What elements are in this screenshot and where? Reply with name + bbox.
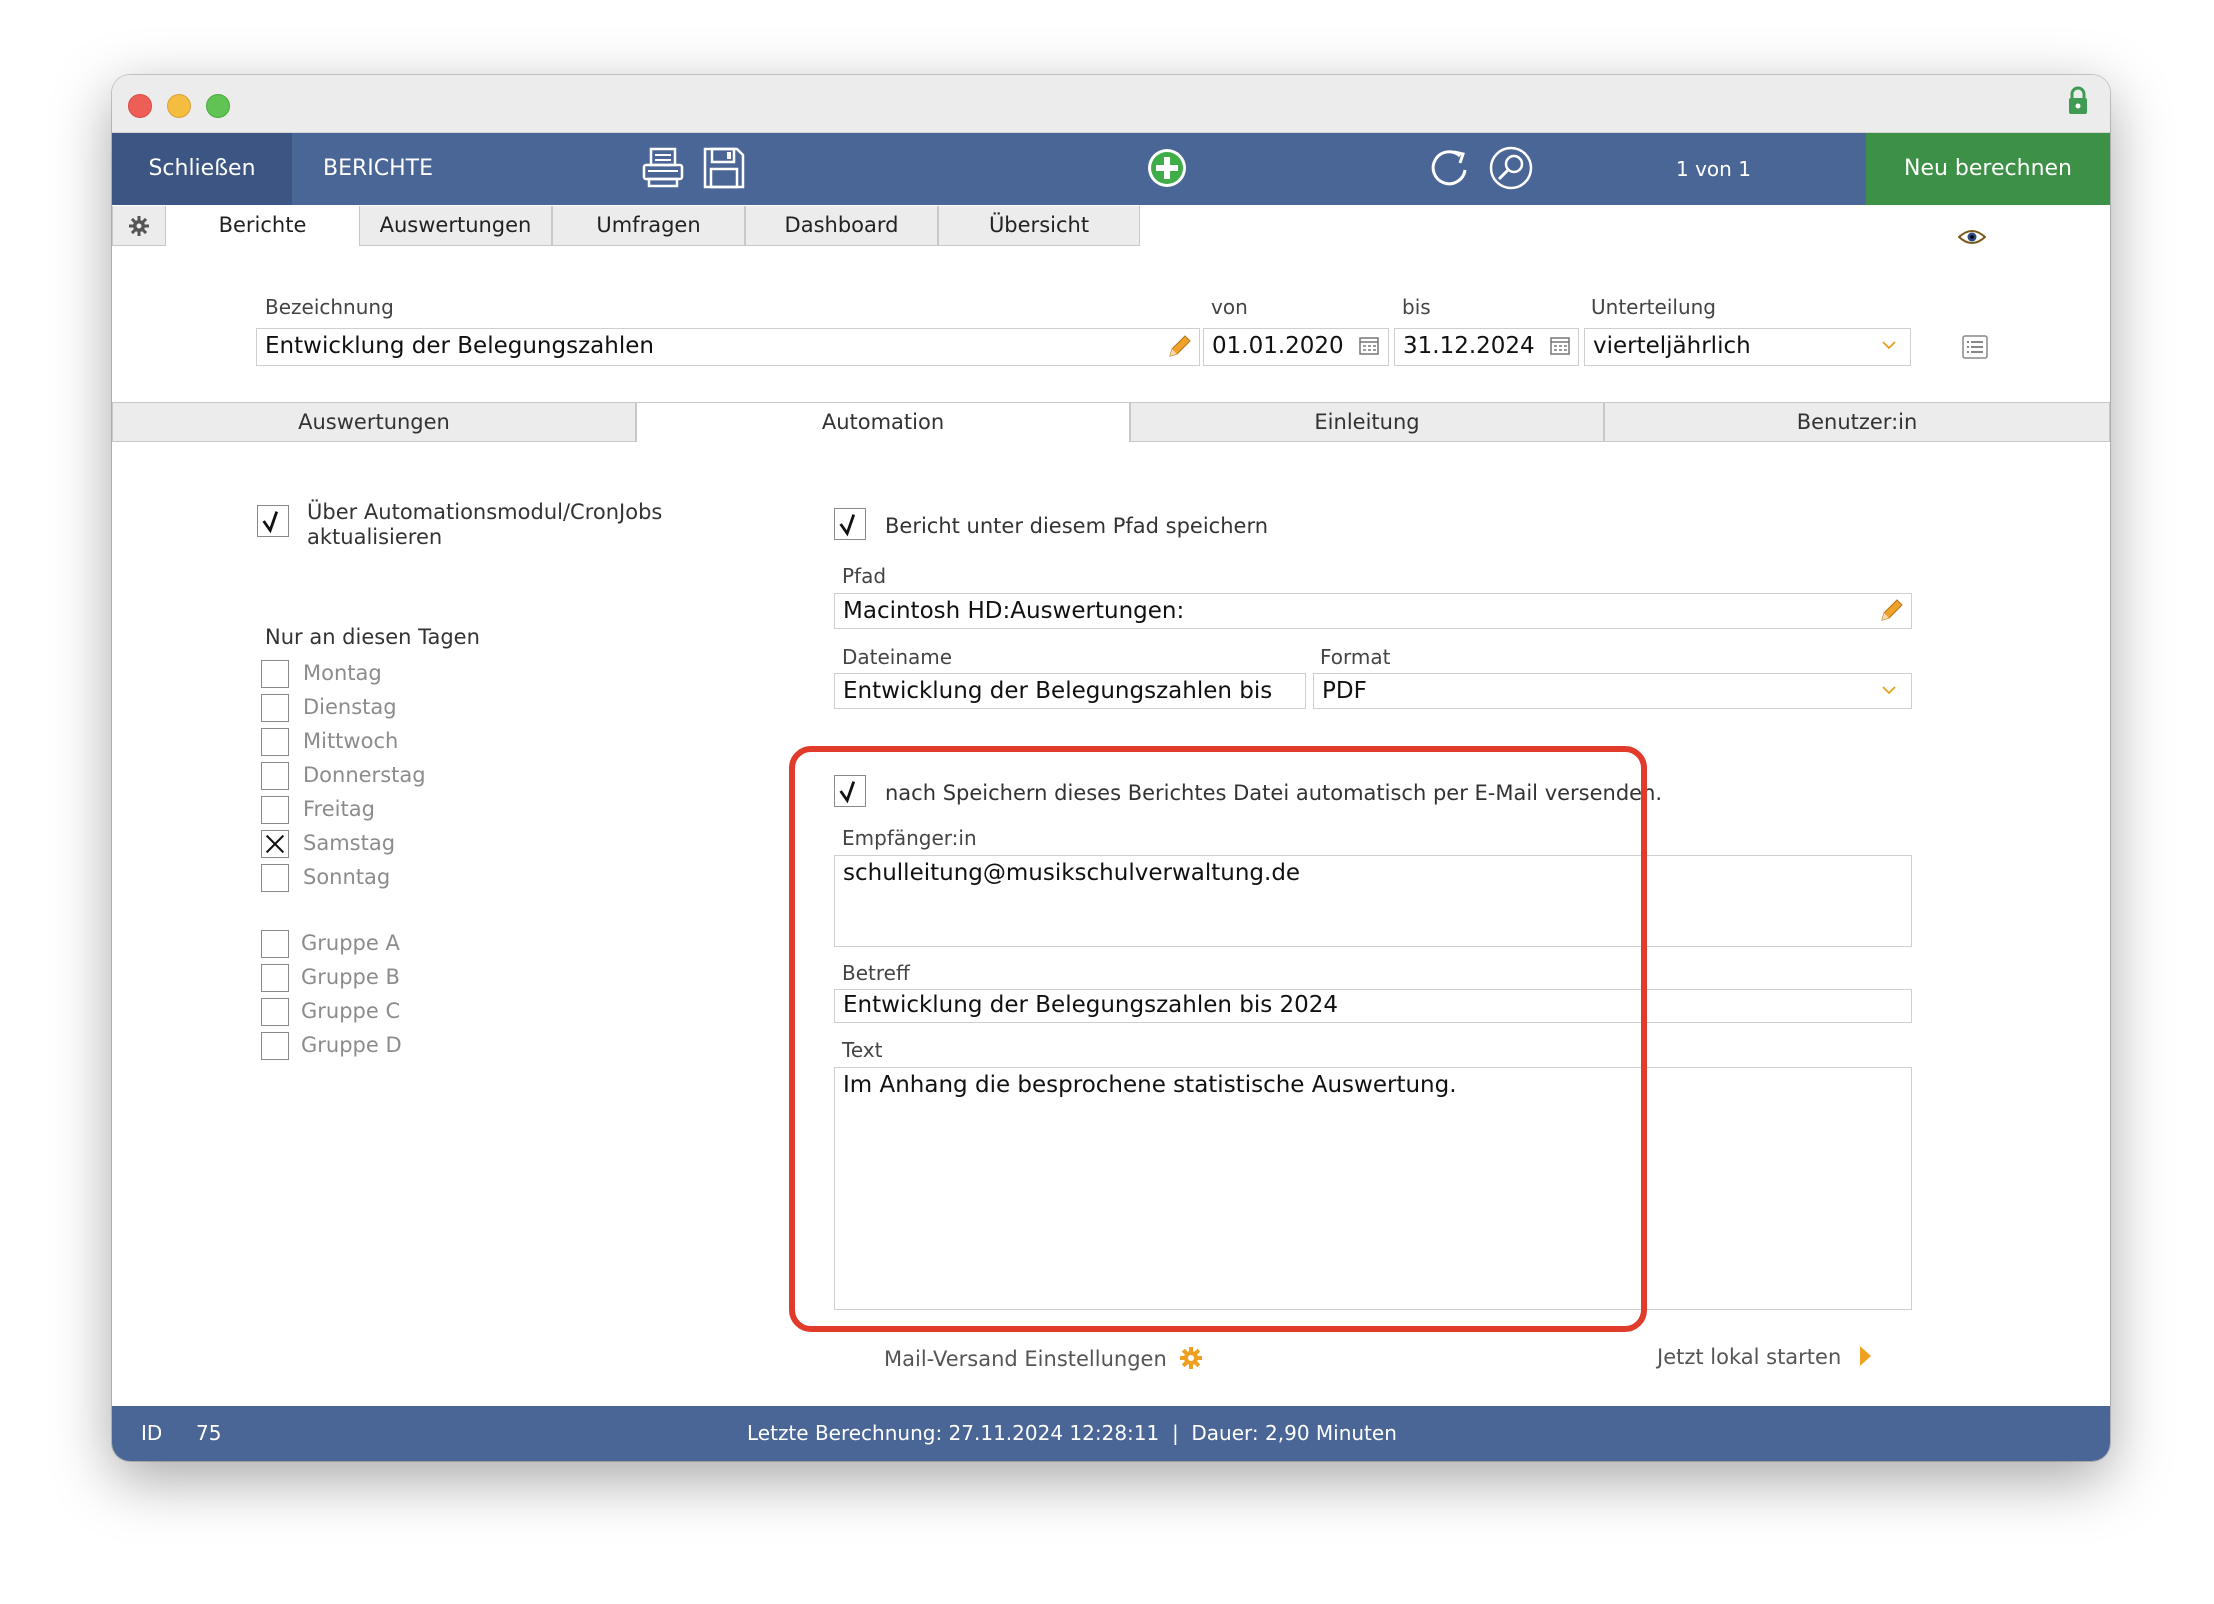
name-field[interactable]: Entwicklung der Belegungszahlen xyxy=(256,328,1200,366)
main-toolbar: Schließen BERICHTE 1 von 1 Neu berechnen xyxy=(112,133,2110,205)
group-checkbox-a[interactable] xyxy=(261,930,289,958)
tab-umfragen[interactable]: Umfragen xyxy=(552,206,745,246)
from-label: von xyxy=(1211,295,1248,319)
group-label-c: Gruppe C xyxy=(301,999,401,1023)
group-checkbox-b[interactable] xyxy=(261,964,289,992)
close-window-button[interactable] xyxy=(128,94,152,118)
status-bar: ID 75 Letzte Berechnung: 27.11.2024 12:2… xyxy=(112,1406,2110,1461)
day-label-sonntag: Sonntag xyxy=(303,865,391,889)
division-label: Unterteilung xyxy=(1591,295,1716,319)
division-select[interactable]: vierteljährlich xyxy=(1584,328,1911,366)
subtab-einleitung[interactable]: Einleitung xyxy=(1130,402,1604,442)
subtab-automation[interactable]: Automation xyxy=(636,402,1130,442)
section-title: BERICHTE xyxy=(323,156,434,181)
gear-icon xyxy=(129,216,149,236)
group-label-d: Gruppe D xyxy=(301,1033,402,1057)
search-icon[interactable] xyxy=(1488,145,1534,191)
day-checkbox-mittwoch[interactable] xyxy=(261,728,289,756)
filename-field[interactable]: Entwicklung der Belegungszahlen bis xyxy=(834,673,1306,709)
day-checkbox-donnerstag[interactable] xyxy=(261,762,289,790)
recipient-field[interactable]: schulleitung@musikschulverwaltung.de xyxy=(834,855,1912,947)
minimize-window-button[interactable] xyxy=(167,94,191,118)
days-heading: Nur an diesen Tagen xyxy=(265,625,480,649)
pencil-icon[interactable] xyxy=(1878,598,1904,624)
email-text-area[interactable]: Im Anhang die besprochene statistische A… xyxy=(834,1067,1912,1310)
subtab-benutzerin[interactable]: Benutzer:in xyxy=(1604,402,2110,442)
day-label-dienstag: Dienstag xyxy=(303,695,397,719)
tab-uebersicht[interactable]: Übersicht xyxy=(938,206,1140,246)
eye-icon[interactable] xyxy=(1958,227,1986,247)
chevron-down-icon[interactable] xyxy=(1882,685,1896,695)
cron-checkbox[interactable] xyxy=(257,505,289,537)
recipient-label: Empfänger:in xyxy=(842,826,977,850)
day-checkbox-samstag[interactable] xyxy=(261,830,289,858)
path-label: Pfad xyxy=(842,564,887,588)
recalculate-button[interactable]: Neu berechnen xyxy=(1866,133,2110,205)
title-bar xyxy=(112,75,2110,133)
day-label-donnerstag: Donnerstag xyxy=(303,763,426,787)
subject-label: Betreff xyxy=(842,961,910,985)
last-calculation-info: Letzte Berechnung: 27.11.2024 12:28:11 |… xyxy=(747,1421,1397,1445)
mail-settings-label: Mail-Versand Einstellungen xyxy=(884,1347,1167,1371)
id-label: ID xyxy=(141,1421,163,1445)
day-checkbox-sonntag[interactable] xyxy=(261,864,289,892)
zoom-window-button[interactable] xyxy=(206,94,230,118)
tab-auswertungen[interactable]: Auswertungen xyxy=(359,206,552,246)
day-checkbox-dienstag[interactable] xyxy=(261,694,289,722)
format-label: Format xyxy=(1320,645,1391,669)
app-window: Schließen BERICHTE 1 von 1 Neu berechnen… xyxy=(112,75,2110,1461)
settings-tab[interactable] xyxy=(112,206,166,246)
checkmark-icon xyxy=(839,781,856,804)
save-icon[interactable] xyxy=(701,145,747,191)
cron-label-line1: Über Automationsmodul/CronJobs xyxy=(307,500,663,524)
filename-label: Dateiname xyxy=(842,645,953,669)
refresh-icon[interactable] xyxy=(1427,145,1473,191)
run-local-link[interactable]: Jetzt lokal starten xyxy=(1657,1342,1872,1369)
group-label-b: Gruppe B xyxy=(301,965,400,989)
text-label: Text xyxy=(842,1038,883,1062)
lock-icon[interactable] xyxy=(2066,85,2090,117)
to-label: bis xyxy=(1402,295,1431,319)
checkmark-icon xyxy=(839,514,856,537)
save-path-checkbox[interactable] xyxy=(834,508,866,540)
name-label: Bezeichnung xyxy=(265,295,394,319)
format-select[interactable]: PDF xyxy=(1313,673,1912,709)
play-arrow-icon xyxy=(1859,1346,1871,1366)
subject-field[interactable]: Entwicklung der Belegungszahlen bis 2024 xyxy=(834,989,1912,1023)
subtab-auswertungen[interactable]: Auswertungen xyxy=(112,402,636,442)
tab-berichte[interactable]: Berichte xyxy=(166,206,359,246)
checkmark-icon xyxy=(262,511,279,534)
cron-label-line2: aktualisieren xyxy=(307,525,443,549)
pencil-icon[interactable] xyxy=(1166,334,1192,360)
day-label-freitag: Freitag xyxy=(303,797,375,821)
id-value: 75 xyxy=(196,1421,222,1445)
chevron-down-icon[interactable] xyxy=(1882,340,1896,350)
close-button[interactable]: Schließen xyxy=(112,133,292,205)
day-checkbox-montag[interactable] xyxy=(261,660,289,688)
list-icon[interactable] xyxy=(1962,334,1988,360)
day-label-samstag: Samstag xyxy=(303,831,396,855)
day-label-mittwoch: Mittwoch xyxy=(303,729,399,753)
calendar-icon[interactable] xyxy=(1359,336,1379,356)
gear-icon xyxy=(1180,1347,1203,1369)
group-checkbox-c[interactable] xyxy=(261,998,289,1026)
run-local-label: Jetzt lokal starten xyxy=(1657,1345,1842,1369)
printer-icon[interactable] xyxy=(640,145,686,191)
cron-label: Über Automationsmodul/CronJobs aktualisi… xyxy=(307,500,662,550)
email-label: nach Speichern dieses Berichtes Datei au… xyxy=(885,781,1663,805)
day-label-montag: Montag xyxy=(303,661,382,685)
calendar-icon[interactable] xyxy=(1550,336,1570,356)
add-record-icon[interactable] xyxy=(1144,145,1190,191)
record-counter: 1 von 1 xyxy=(1676,157,1751,181)
tab-dashboard[interactable]: Dashboard xyxy=(745,206,938,246)
cross-mark-icon xyxy=(265,834,285,854)
day-checkbox-freitag[interactable] xyxy=(261,796,289,824)
group-checkbox-d[interactable] xyxy=(261,1032,289,1060)
path-field[interactable]: Macintosh HD:Auswertungen: xyxy=(834,593,1912,629)
email-checkbox[interactable] xyxy=(834,775,866,807)
save-path-label: Bericht unter diesem Pfad speichern xyxy=(885,514,1269,538)
group-label-a: Gruppe A xyxy=(301,931,400,955)
mail-settings-link[interactable]: Mail-Versand Einstellungen xyxy=(884,1342,1203,1371)
